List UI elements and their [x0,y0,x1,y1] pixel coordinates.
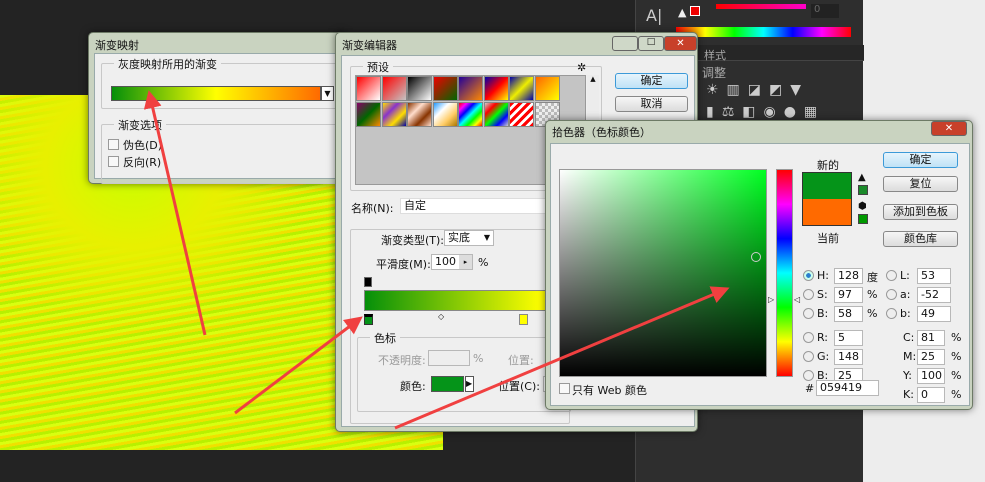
arrow-to-color-stop [234,316,363,415]
annotation-arrows [143,90,730,430]
arrow-to-color-field [394,286,730,430]
arrow-to-gradient-map [143,90,207,336]
